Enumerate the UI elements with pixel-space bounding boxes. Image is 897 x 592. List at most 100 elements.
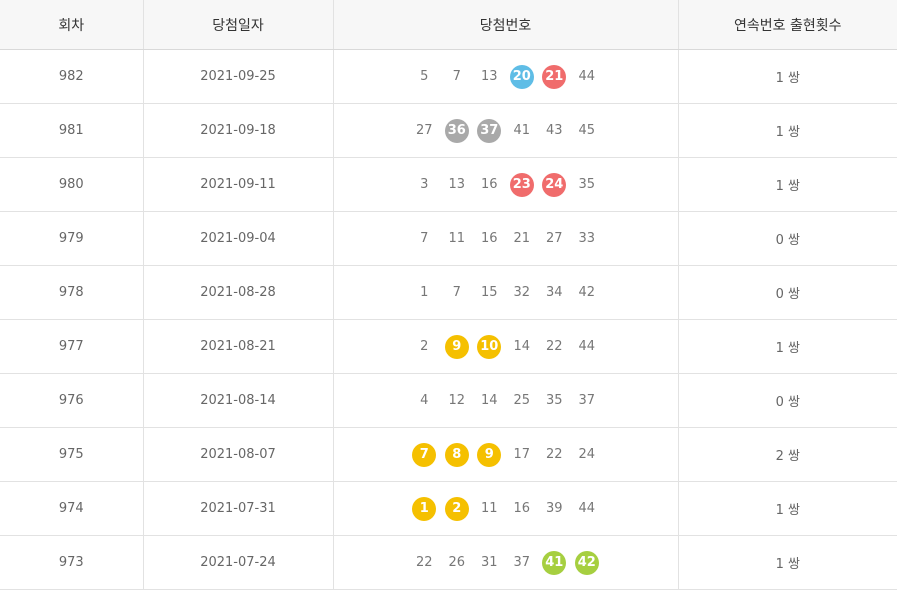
number-value: 22	[545, 339, 563, 354]
consecutive-cell: 2 쌍	[677, 427, 897, 482]
round-cell: 976	[0, 373, 143, 428]
number-value: 21	[542, 64, 567, 89]
date-cell: 2021-07-24	[142, 535, 333, 590]
number: 12	[441, 388, 474, 414]
winning-numbers: 4 12 14 25 35 37	[334, 388, 678, 414]
number: 44	[571, 64, 604, 90]
number-value: 44	[578, 339, 596, 354]
number: 27	[408, 118, 441, 144]
consecutive-cell: 1 쌍	[677, 103, 897, 158]
numbers-cell: 22 26 31 37 41 42	[332, 535, 678, 590]
number-value: 9	[477, 442, 502, 467]
number-value: 35	[578, 177, 596, 192]
number: 22	[538, 334, 571, 360]
numbers-cell: 1 7 15 32 34 42	[332, 265, 678, 320]
number-value: 33	[578, 231, 596, 246]
consecutive-cell: 0 쌍	[677, 373, 897, 428]
number: 27	[538, 226, 571, 252]
date-cell: 2021-08-21	[142, 319, 333, 374]
number: 39	[538, 496, 571, 522]
number-value: 12	[448, 393, 466, 408]
winning-numbers: 27 36 37 41 43 45	[334, 118, 678, 144]
number-ball: 42	[571, 550, 604, 576]
number: 7	[408, 226, 441, 252]
winning-numbers: 1 2 11 16 39 44	[334, 496, 678, 522]
number: 35	[571, 172, 604, 198]
winning-numbers: 1 7 15 32 34 42	[334, 280, 678, 306]
table-row: 976 2021-08-14 4 12 14 25 35 37 0 쌍	[0, 373, 897, 428]
number-value: 17	[513, 447, 531, 462]
numbers-cell: 1 2 11 16 39 44	[332, 481, 678, 536]
number-ball: 1	[408, 496, 441, 522]
number-value: 10	[477, 334, 502, 359]
table-body: 982 2021-09-25 5 7 13 20 21 44 1 쌍 981 2021-09-18 2…	[0, 49, 897, 590]
number: 11	[441, 226, 474, 252]
round-cell: 973	[0, 535, 143, 590]
round-cell: 977	[0, 319, 143, 374]
number-value: 27	[415, 123, 433, 138]
number-value: 16	[480, 177, 498, 192]
number-value: 39	[545, 501, 563, 516]
number-value: 20	[509, 64, 534, 89]
number-ball: 24	[538, 172, 571, 198]
numbers-cell: 7 11 16 21 27 33	[332, 211, 678, 266]
table-row: 975 2021-08-07 7 8 9 17 22 24 2 쌍	[0, 427, 897, 482]
number-value: 45	[578, 123, 596, 138]
round-cell: 978	[0, 265, 143, 320]
header-round: 회차	[0, 0, 143, 50]
table-row: 980 2021-09-11 3 13 16 23 24 35 1 쌍	[0, 157, 897, 212]
number-value: 31	[480, 555, 498, 570]
number: 26	[441, 550, 474, 576]
numbers-cell: 7 8 9 17 22 24	[332, 427, 678, 482]
number: 44	[571, 334, 604, 360]
date-cell: 2021-09-11	[142, 157, 333, 212]
consecutive-cell: 1 쌍	[677, 481, 897, 536]
number: 44	[571, 496, 604, 522]
lotto-results-table: 회차 당첨일자 당첨번호 연속번호 출현횟수 982 2021-09-25 5 7 13…	[0, 0, 897, 590]
numbers-cell: 4 12 14 25 35 37	[332, 373, 678, 428]
numbers-cell: 2 9 10 14 22 44	[332, 319, 678, 374]
number: 34	[538, 280, 571, 306]
consecutive-cell: 1 쌍	[677, 157, 897, 212]
number: 25	[506, 388, 539, 414]
number-value: 7	[452, 285, 461, 300]
number-value: 41	[513, 123, 531, 138]
number-value: 15	[480, 285, 498, 300]
date-cell: 2021-08-07	[142, 427, 333, 482]
table-row: 974 2021-07-31 1 2 11 16 39 44 1 쌍	[0, 481, 897, 536]
number: 43	[538, 118, 571, 144]
table-row: 978 2021-08-28 1 7 15 32 34 42 0 쌍	[0, 265, 897, 320]
number-ball: 9	[473, 442, 506, 468]
number: 13	[441, 172, 474, 198]
number: 37	[571, 388, 604, 414]
number-value: 14	[513, 339, 531, 354]
table-header-row: 회차 당첨일자 당첨번호 연속번호 출현횟수	[0, 0, 897, 50]
number-value: 26	[448, 555, 466, 570]
number: 4	[408, 388, 441, 414]
round-cell: 982	[0, 49, 143, 104]
number-value: 14	[480, 393, 498, 408]
number-value: 13	[448, 177, 466, 192]
number-ball: 41	[538, 550, 571, 576]
number: 21	[506, 226, 539, 252]
number-value: 34	[545, 285, 563, 300]
round-cell: 980	[0, 157, 143, 212]
number-value: 35	[545, 393, 563, 408]
winning-numbers: 7 11 16 21 27 33	[334, 226, 678, 252]
number: 5	[408, 64, 441, 90]
number-value: 22	[415, 555, 433, 570]
number: 16	[473, 172, 506, 198]
number-value: 42	[578, 285, 596, 300]
number-ball: 7	[408, 442, 441, 468]
number-value: 3	[420, 177, 429, 192]
number-ball: 9	[441, 334, 474, 360]
number-ball: 37	[473, 118, 506, 144]
number: 1	[408, 280, 441, 306]
number: 16	[506, 496, 539, 522]
number: 24	[571, 442, 604, 468]
number: 45	[571, 118, 604, 144]
number: 35	[538, 388, 571, 414]
winning-numbers: 5 7 13 20 21 44	[334, 64, 678, 90]
number: 32	[506, 280, 539, 306]
number: 37	[506, 550, 539, 576]
